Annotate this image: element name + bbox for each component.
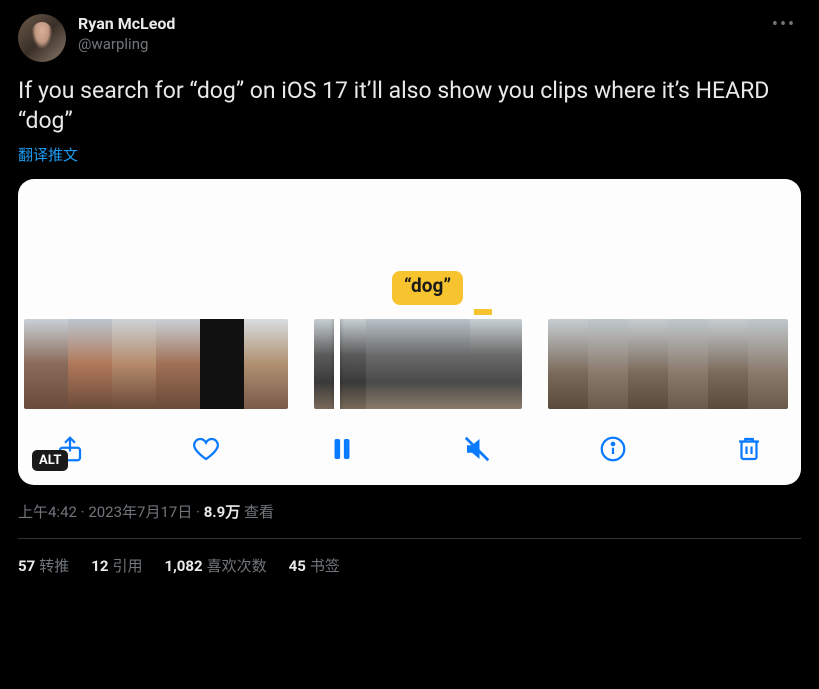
tweet-meta[interactable]: 上午4:42 · 2023年7月17日 · 8.9万 查看 bbox=[18, 501, 801, 522]
bookmarks-stat[interactable]: 45书签 bbox=[289, 555, 340, 576]
video-timeline[interactable] bbox=[18, 305, 801, 409]
avatar[interactable] bbox=[18, 14, 66, 62]
thumbnail bbox=[314, 319, 366, 409]
media-toolbar bbox=[18, 409, 801, 473]
playhead[interactable] bbox=[334, 319, 340, 409]
views-count: 8.9万 bbox=[204, 503, 241, 521]
thumbnail bbox=[668, 319, 708, 409]
thumbnail bbox=[748, 319, 788, 409]
retweets-stat[interactable]: 57转推 bbox=[18, 555, 69, 576]
caption-marker bbox=[474, 309, 492, 315]
thumbnail bbox=[470, 319, 522, 409]
trash-icon[interactable] bbox=[731, 431, 767, 467]
caption-row: “dog” bbox=[18, 271, 801, 305]
tweet-header: Ryan McLeod @warpling ••• bbox=[18, 14, 801, 62]
more-icon[interactable]: ••• bbox=[767, 14, 801, 34]
thumbnail bbox=[366, 319, 418, 409]
thumbnail bbox=[24, 319, 68, 409]
heart-icon[interactable] bbox=[188, 431, 224, 467]
media-whitespace bbox=[18, 179, 801, 271]
tweet-text: If you search for “dog” on iOS 17 it’ll … bbox=[18, 76, 801, 136]
thumbnail bbox=[112, 319, 156, 409]
tweet-time: 上午4:42 bbox=[18, 503, 77, 521]
media-card[interactable]: “dog” bbox=[18, 179, 801, 485]
thumbnail bbox=[418, 319, 470, 409]
thumbnail bbox=[708, 319, 748, 409]
display-name: Ryan McLeod bbox=[78, 14, 767, 34]
views-label: 查看 bbox=[240, 503, 274, 521]
thumbnail bbox=[588, 319, 628, 409]
clip-group-2[interactable] bbox=[314, 319, 522, 409]
thumbnail bbox=[548, 319, 588, 409]
thumbnail bbox=[200, 319, 244, 409]
tweet-date: 2023年7月17日 bbox=[88, 503, 192, 521]
tweet-container: Ryan McLeod @warpling ••• If you search … bbox=[0, 0, 819, 576]
tweet-stats: 57转推 12引用 1,082喜欢次数 45书签 bbox=[18, 539, 801, 576]
thumbnail bbox=[68, 319, 112, 409]
thumbnail bbox=[156, 319, 200, 409]
thumbnail bbox=[244, 319, 288, 409]
pause-icon[interactable] bbox=[324, 431, 360, 467]
user-handle: @warpling bbox=[78, 34, 767, 54]
author-names[interactable]: Ryan McLeod @warpling bbox=[78, 14, 767, 54]
likes-stat[interactable]: 1,082喜欢次数 bbox=[164, 555, 266, 576]
info-icon[interactable] bbox=[595, 431, 631, 467]
caption-badge: “dog” bbox=[392, 271, 463, 305]
translate-link[interactable]: 翻译推文 bbox=[18, 144, 801, 165]
quotes-stat[interactable]: 12引用 bbox=[91, 555, 142, 576]
clip-group-3[interactable] bbox=[548, 319, 788, 409]
thumbnail bbox=[628, 319, 668, 409]
mute-icon[interactable] bbox=[459, 431, 495, 467]
clip-group-1[interactable] bbox=[24, 319, 288, 409]
alt-badge[interactable]: ALT bbox=[32, 450, 68, 471]
